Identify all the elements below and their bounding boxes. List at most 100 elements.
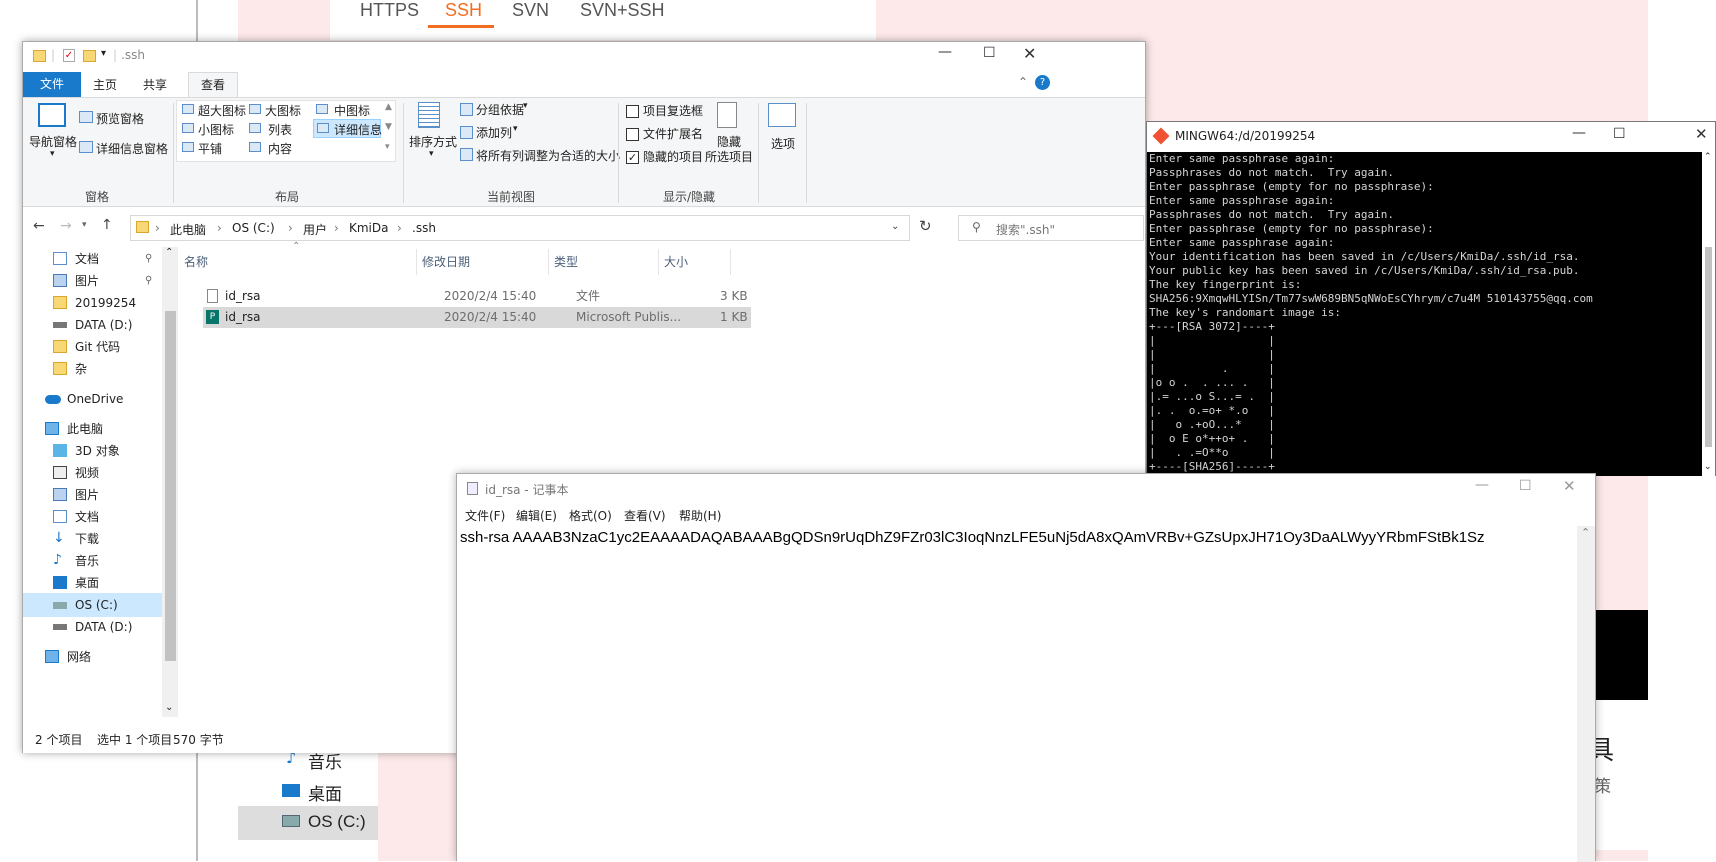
column-header-type[interactable]: 类型 [554, 253, 578, 270]
menu-view[interactable]: 查看(V) [624, 507, 666, 524]
scroll-down-icon[interactable]: ⌄ [165, 702, 173, 713]
scroll-up-icon[interactable]: ⌃ [1581, 526, 1590, 539]
hidden-items-toggle[interactable]: ✓ [626, 151, 639, 164]
nav-item-music[interactable]: ♪ 音乐 [23, 549, 178, 573]
layout-details[interactable]: 详细信息 [334, 121, 382, 138]
layout-medium-icons[interactable]: 中图标 [334, 102, 370, 119]
breadcrumb-chevron[interactable]: › [155, 221, 160, 235]
layout-xl-icons[interactable]: 超大图标 [198, 102, 246, 119]
up-arrow-icon[interactable]: ↑ [101, 217, 113, 233]
quick-access-dropdown-icon[interactable]: ▾ [101, 48, 106, 59]
breadcrumb-chevron[interactable]: › [217, 221, 222, 235]
nav-item-os-c-selected[interactable]: OS (C:) [23, 593, 162, 617]
sort-icon[interactable] [418, 102, 440, 128]
tab-share[interactable]: 共享 [143, 76, 167, 93]
column-header-date[interactable]: 修改日期 [422, 253, 470, 270]
minimize-button[interactable]: — [1475, 477, 1489, 493]
chevron-down-icon[interactable]: ▾ [513, 124, 518, 134]
column-divider[interactable] [548, 249, 549, 275]
gallery-expand-icon[interactable]: ▾ [385, 142, 390, 152]
nav-item-git[interactable]: Git 代码 [23, 335, 178, 359]
nav-item-pictures[interactable]: 图片 [23, 483, 178, 507]
file-row[interactable]: id_rsa 2020/2/4 15:40 文件 3 KB [203, 286, 823, 307]
column-header-size[interactable]: 大小 [664, 253, 688, 270]
recent-dropdown-icon[interactable]: ▾ [82, 220, 87, 230]
tab-svn-ssh[interactable]: SVN+SSH [580, 0, 665, 21]
help-icon[interactable]: ? [1035, 75, 1050, 90]
back-arrow-icon[interactable]: ← [33, 218, 45, 234]
breadcrumb-kmida[interactable]: KmiDa [349, 221, 389, 235]
address-bar[interactable]: › 此电脑 › OS (C:) › 用户 › KmiDa › .ssh ⌄ [130, 215, 910, 241]
add-column-button[interactable]: 添加列 [476, 124, 512, 141]
layout-content[interactable]: 内容 [268, 140, 292, 157]
nav-item-desktop[interactable]: 桌面 [23, 571, 178, 595]
menu-format[interactable]: 格式(O) [569, 507, 612, 524]
layout-large-icons[interactable]: 大图标 [265, 102, 301, 119]
column-divider[interactable] [416, 249, 417, 275]
tab-view[interactable]: 查看 [201, 76, 225, 93]
close-button[interactable]: ✕ [1563, 477, 1576, 495]
hide-selected-icon[interactable] [717, 102, 737, 128]
navigation-pane-icon[interactable] [38, 103, 66, 127]
breadcrumb-os-c[interactable]: OS (C:) [232, 221, 275, 235]
item-checkbox-label[interactable]: 项目复选框 [643, 102, 703, 119]
minimize-button[interactable]: — [1572, 125, 1586, 141]
nav-pane-label[interactable]: 导航窗格 [29, 133, 77, 150]
menu-help[interactable]: 帮助(H) [679, 507, 721, 524]
nav-item-20199254[interactable]: 20199254 [23, 291, 178, 315]
address-dropdown-icon[interactable]: ⌄ [891, 221, 899, 232]
nav-item-misc[interactable]: 杂 [23, 357, 178, 381]
gallery-scroll-down-icon[interactable]: ▼ [385, 122, 392, 132]
layout-tiles[interactable]: 平铺 [198, 140, 222, 157]
sort-by-button[interactable]: 排序方式 [409, 133, 457, 150]
terminal-scrollbar[interactable]: ⌃ ⌄ [1702, 152, 1715, 476]
column-header-name[interactable]: 名称 [184, 253, 208, 270]
nav-item-documents[interactable]: 文档 [23, 505, 178, 529]
terminal-scrollbar-thumb[interactable] [1705, 247, 1712, 447]
selected-items-label[interactable]: 所选项目 [705, 148, 753, 165]
nav-item-3d-objects[interactable]: 3D 对象 [23, 439, 178, 463]
nav-item-onedrive[interactable]: OneDrive [23, 387, 178, 411]
chevron-down-icon[interactable]: ▾ [50, 149, 55, 159]
breadcrumb-chevron[interactable]: › [288, 221, 293, 235]
tab-https[interactable]: HTTPS [360, 0, 419, 21]
pin-icon[interactable]: ⚲ [145, 247, 152, 271]
pin-icon[interactable]: ⚲ [145, 269, 152, 293]
maximize-button[interactable]: ☐ [1613, 126, 1626, 142]
gallery-scroll-up-icon[interactable]: ▲ [385, 102, 392, 112]
forward-arrow-icon[interactable]: → [60, 218, 72, 234]
fit-columns-button[interactable]: 将所有列调整为合适的大小 [476, 147, 620, 164]
tab-home[interactable]: 主页 [93, 76, 117, 93]
details-pane-button[interactable]: 详细信息窗格 [96, 140, 168, 157]
properties-icon[interactable]: ✓ [63, 49, 75, 62]
item-checkbox-toggle[interactable] [626, 105, 639, 118]
chevron-down-icon[interactable]: ▾ [429, 149, 434, 159]
layout-list[interactable]: 列表 [268, 121, 292, 138]
nav-scrollbar-thumb[interactable] [165, 311, 176, 661]
group-by-button[interactable]: 分组依据 [476, 101, 524, 118]
tab-file[interactable]: 文件 [23, 72, 81, 97]
nav-item-pictures-pinned[interactable]: 图片 ⚲ [23, 269, 178, 293]
notepad-scrollbar[interactable]: ⌃ [1577, 526, 1595, 862]
column-divider[interactable] [658, 249, 659, 275]
nav-item-downloads[interactable]: ↓ 下载 [23, 527, 178, 551]
minimize-button[interactable]: — [938, 44, 952, 60]
tab-ssh[interactable]: SSH [445, 0, 482, 21]
scroll-down-icon[interactable]: ⌄ [1704, 462, 1712, 472]
column-divider[interactable] [730, 249, 731, 275]
breadcrumb-chevron[interactable]: › [334, 221, 339, 235]
breadcrumb-this-pc[interactable]: 此电脑 [170, 221, 206, 238]
refresh-icon[interactable]: ↻ [919, 217, 932, 235]
file-extension-toggle[interactable] [626, 128, 639, 141]
notepad-text-area[interactable]: ssh-rsa AAAAB3NzaC1yc2EAAAADAQABAAABgQDS… [457, 526, 1577, 862]
nav-item-data-d-2[interactable]: DATA (D:) [23, 615, 178, 639]
maximize-button[interactable]: ☐ [983, 45, 996, 61]
options-button[interactable]: 选项 [771, 135, 795, 152]
menu-file[interactable]: 文件(F) [465, 507, 505, 524]
chevron-down-icon[interactable]: ▾ [523, 101, 528, 111]
breadcrumb-ssh[interactable]: .ssh [412, 221, 436, 235]
nav-item-this-pc[interactable]: 此电脑 [23, 417, 178, 441]
new-folder-icon[interactable] [83, 50, 96, 62]
tab-svn[interactable]: SVN [512, 0, 549, 21]
chevron-up-icon[interactable]: ⌃ [1018, 75, 1028, 89]
